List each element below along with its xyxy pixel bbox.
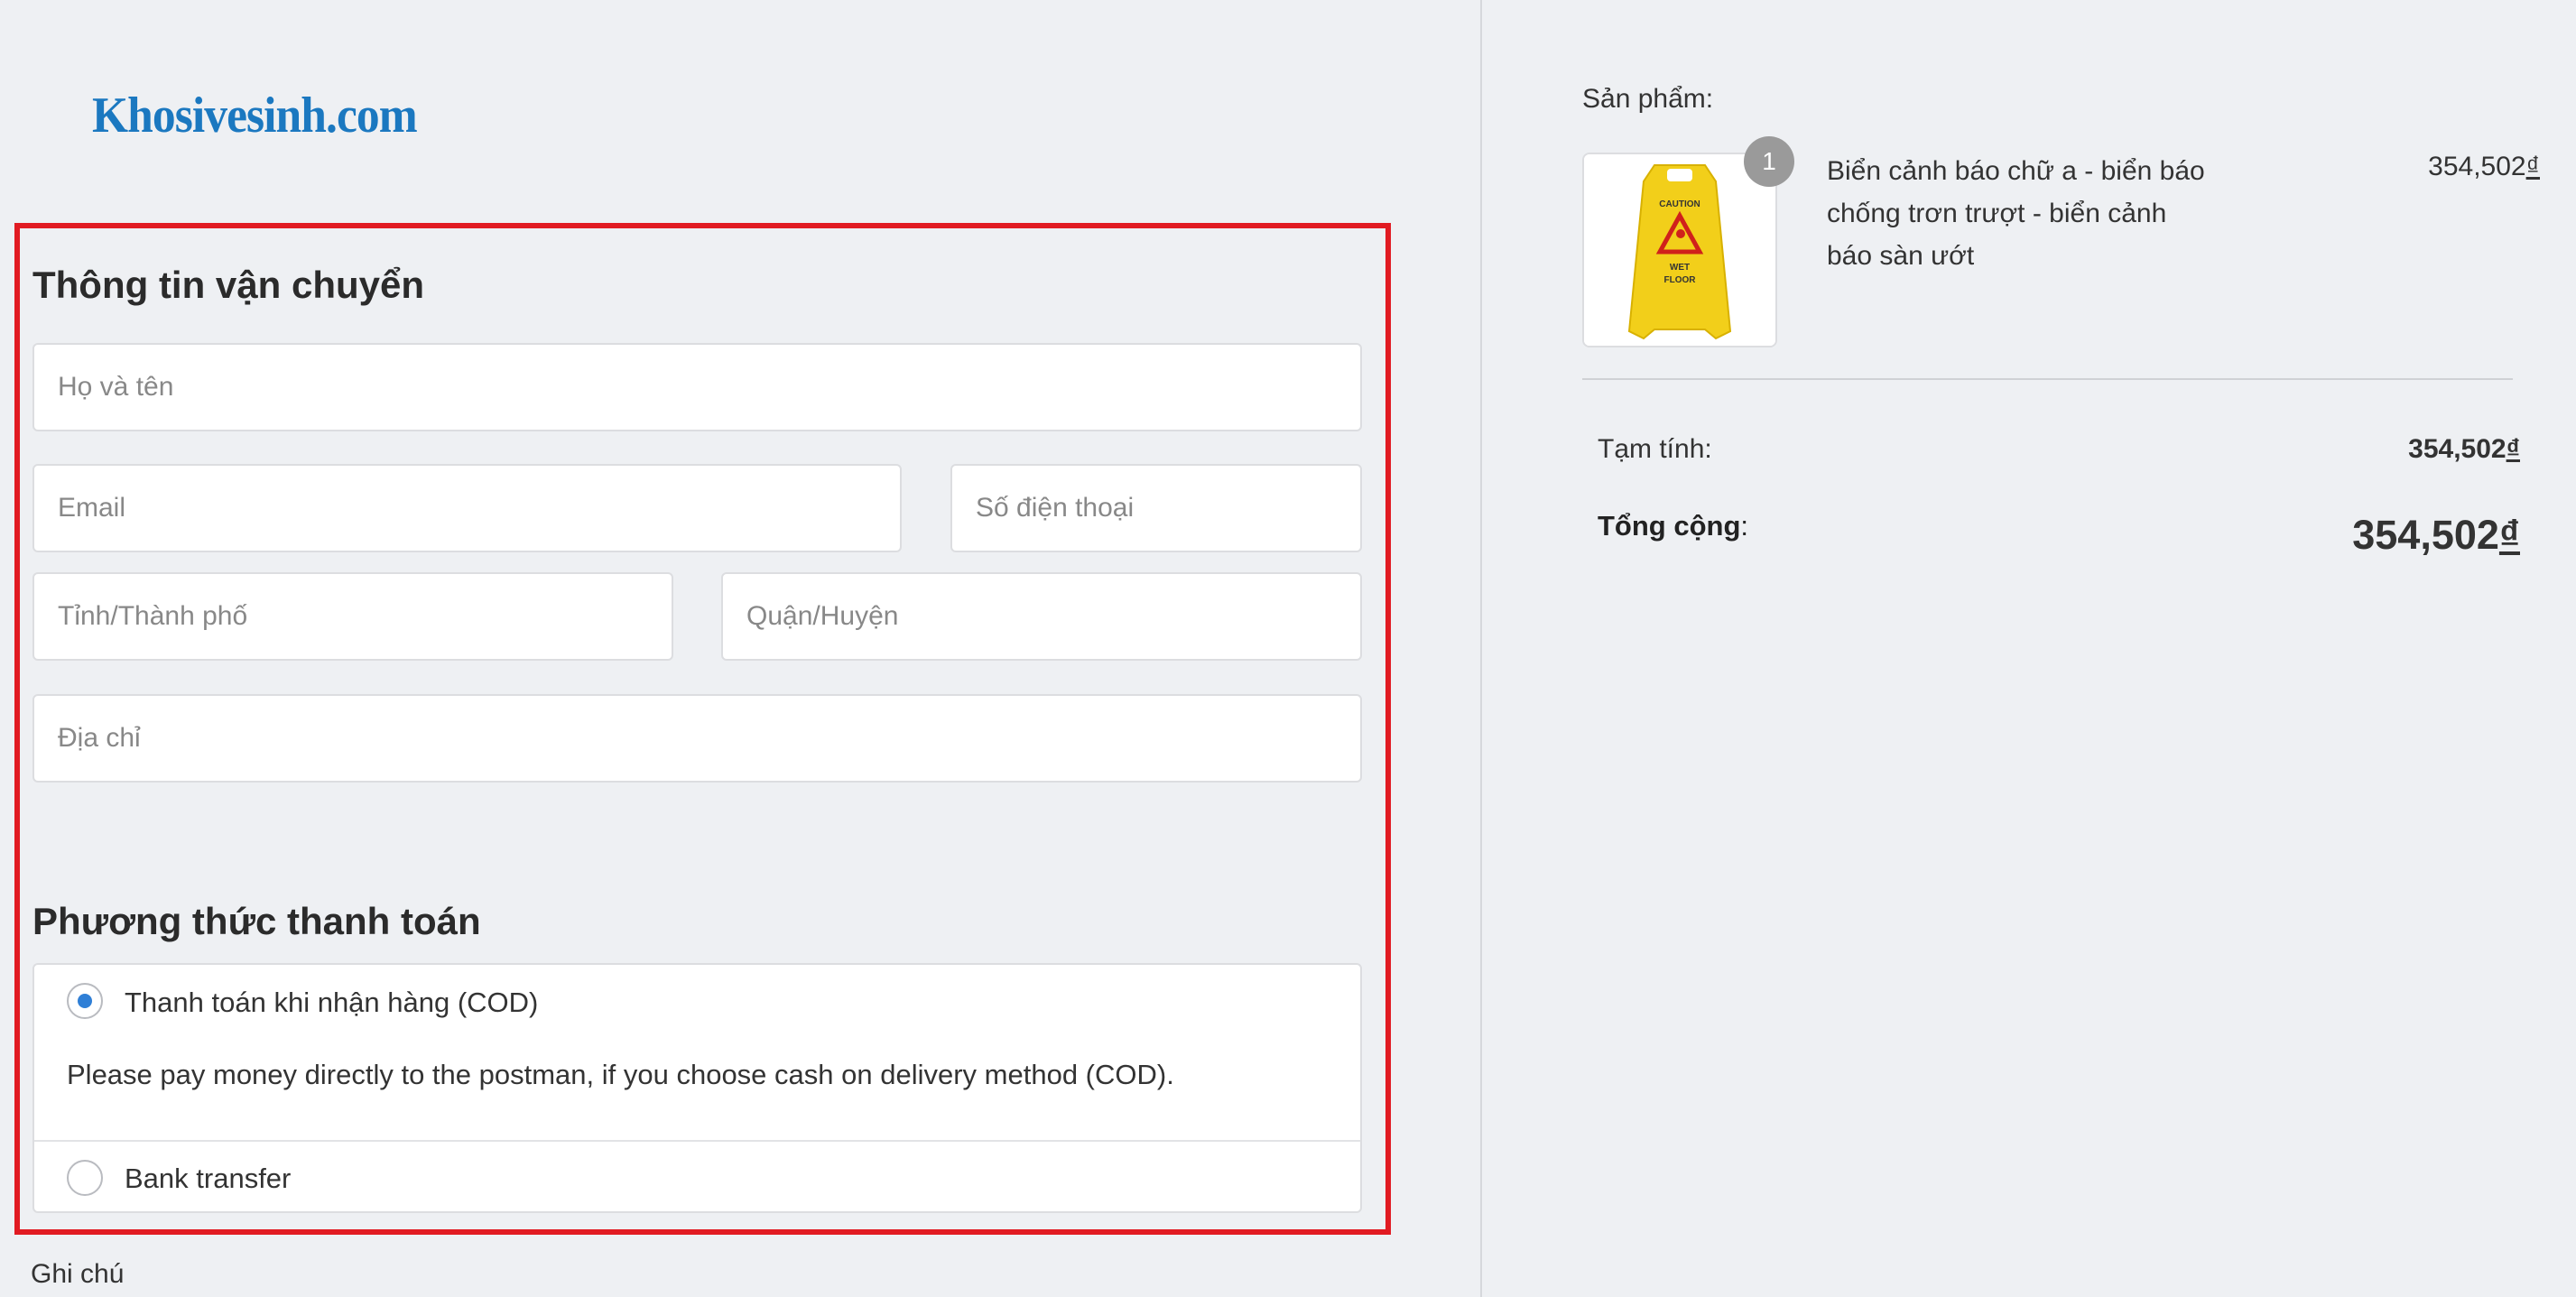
payment-options: Thanh toán khi nhận hàng (COD) Please pa… xyxy=(32,963,1362,1213)
fullname-input[interactable]: Họ và tên xyxy=(32,343,1362,431)
cod-description: Please pay money directly to the postman… xyxy=(67,1059,1174,1090)
total-currency: ₫ xyxy=(2498,512,2520,558)
sign-caution-text: CAUTION xyxy=(1659,199,1700,209)
subtotal-currency: ₫ xyxy=(2506,434,2520,464)
product-thumbnail[interactable]: CAUTION WET FLOOR xyxy=(1582,153,1777,347)
summary-divider xyxy=(1582,378,2513,380)
total-label-text: Tổng cộng xyxy=(1598,510,1741,542)
cod-radio[interactable] xyxy=(67,983,103,1019)
order-summary: Sản phẩm: CAUTION WET FLOOR 1 Biển cảnh … xyxy=(1482,0,2576,1297)
address-input[interactable]: Địa chỉ xyxy=(32,694,1362,783)
total-value: 354,502₫ xyxy=(2352,512,2520,559)
total-label-colon: : xyxy=(1740,510,1749,542)
subtotal-label: Tạm tính: xyxy=(1598,434,1712,464)
product-price-currency: ₫ xyxy=(2525,152,2540,181)
district-select[interactable]: Quận/Huyện xyxy=(721,572,1362,661)
product-price: 354,502₫ xyxy=(2428,152,2540,182)
phone-input[interactable]: Số điện thoại xyxy=(950,464,1362,552)
note-label: Ghi chú xyxy=(31,1259,125,1289)
sign-floor-text: FLOOR xyxy=(1664,275,1697,285)
checkout-form-column: Khosivesinh.com Thông tin vận chuyển Họ … xyxy=(0,0,1480,1297)
wet-floor-sign-image: CAUTION WET FLOOR xyxy=(1584,154,1775,346)
total-label: Tổng cộng: xyxy=(1598,510,1748,542)
bank-transfer-radio[interactable] xyxy=(67,1160,103,1196)
total-amount: 354,502 xyxy=(2352,512,2499,558)
payment-divider xyxy=(34,1140,1360,1142)
cod-label[interactable]: Thanh toán khi nhận hàng (COD) xyxy=(125,987,538,1019)
payment-title: Phương thức thanh toán xyxy=(32,900,481,942)
quantity-badge: 1 xyxy=(1744,136,1794,187)
product-name[interactable]: Biển cảnh báo chữ a - biển báo chống trơ… xyxy=(1827,150,2206,277)
products-label: Sản phẩm: xyxy=(1582,84,1714,114)
product-price-value: 354,502 xyxy=(2428,152,2526,181)
shipping-title: Thông tin vận chuyển xyxy=(32,264,425,306)
subtotal-value: 354,502₫ xyxy=(2408,434,2520,465)
site-logo[interactable]: Khosivesinh.com xyxy=(92,87,418,144)
city-select[interactable]: Tỉnh/Thành phố xyxy=(32,572,673,661)
sign-wet-text: WET xyxy=(1670,263,1690,273)
email-input[interactable]: Email xyxy=(32,464,902,552)
subtotal-amount: 354,502 xyxy=(2408,434,2507,464)
bank-transfer-label[interactable]: Bank transfer xyxy=(125,1163,291,1195)
